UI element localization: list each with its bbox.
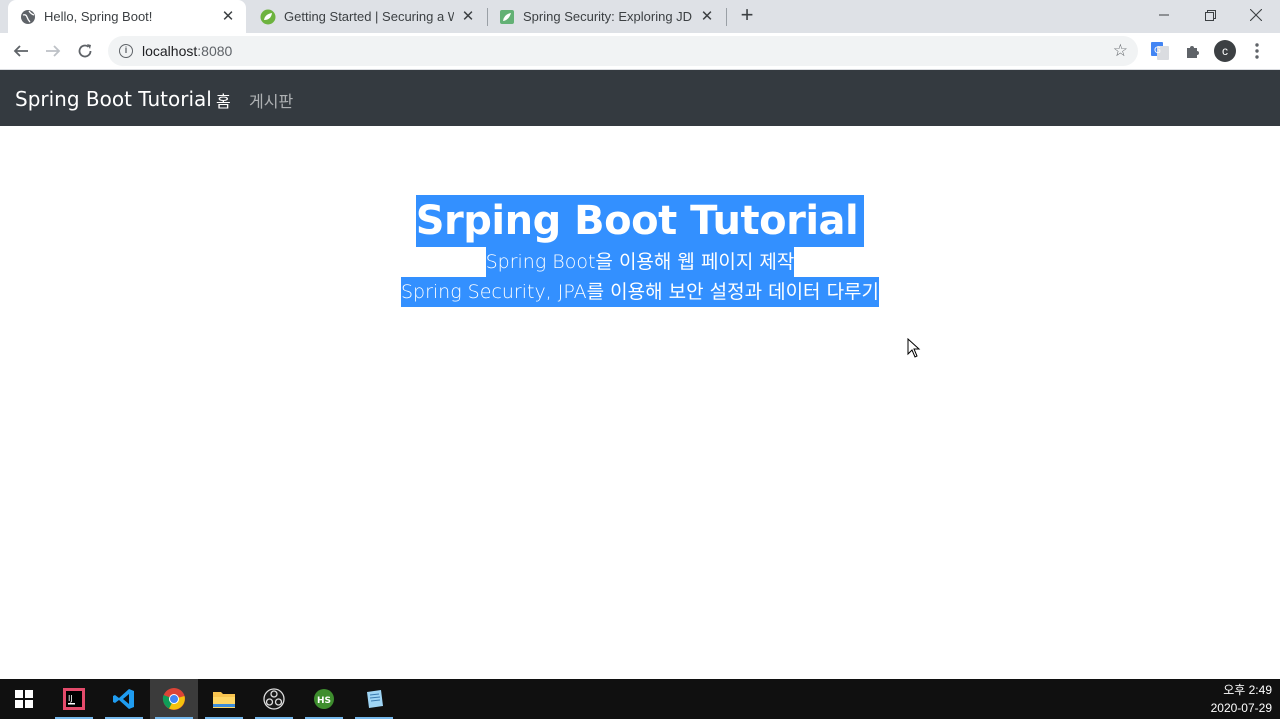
- lead-line-1-wrap: Spring Boot을 이용해 웹 페이지 제작: [0, 247, 1280, 277]
- svg-text:HS: HS: [317, 696, 331, 706]
- extensions-puzzle-icon[interactable]: [1182, 40, 1204, 62]
- arrow-left-icon: [13, 45, 28, 57]
- reload-button[interactable]: [72, 38, 98, 64]
- spring-leaf-icon: [260, 9, 276, 25]
- chrome-menu-icon[interactable]: [1246, 40, 1268, 62]
- start-button[interactable]: [0, 679, 48, 719]
- close-tab-icon[interactable]: ✕: [699, 8, 715, 25]
- browser-toolbar: i localhost:8080 ☆ G c: [0, 33, 1280, 70]
- minimize-icon: [1159, 14, 1169, 16]
- bookmark-star-icon[interactable]: ☆: [1113, 42, 1128, 59]
- profile-initial: c: [1222, 44, 1228, 58]
- tab-title: Spring Security: Exploring JDBC: [523, 9, 693, 24]
- restore-icon: [1204, 9, 1216, 21]
- svg-text:G: G: [1154, 46, 1161, 56]
- intellij-icon[interactable]: IJ: [50, 679, 98, 719]
- minimize-button[interactable]: [1141, 0, 1187, 30]
- navbar-brand[interactable]: Spring Boot Tutorial: [15, 87, 212, 111]
- vscode-icon[interactable]: [100, 679, 148, 719]
- arrow-right-icon: [46, 45, 61, 57]
- clock-date: 2020-07-29: [1210, 701, 1272, 715]
- tab-separator: [726, 8, 727, 26]
- notepad-icon[interactable]: [350, 679, 398, 719]
- tab-getting-started[interactable]: Getting Started | Securing a We ✕: [248, 0, 486, 33]
- baeldung-leaf-icon: [499, 9, 515, 25]
- reload-icon: [78, 44, 92, 58]
- windows-taskbar: IJ HS 오후 2:49 2020-07-29: [0, 679, 1280, 719]
- url-text: localhost:8080: [142, 43, 233, 59]
- browser-tab-strip: Hello, Spring Boot! ✕ Getting Started | …: [0, 0, 1280, 33]
- address-bar[interactable]: i localhost:8080 ☆: [108, 36, 1138, 66]
- clock-time: 오후 2:49: [1223, 683, 1272, 697]
- close-icon: [1250, 9, 1262, 21]
- site-navbar: Spring Boot Tutorial 홈 게시판: [0, 70, 1280, 126]
- lead-line-2: Spring Security, JPA를 이용해 보안 설정과 데이터 다루기: [400, 277, 880, 307]
- lead-line-1: Spring Boot을 이용해 웹 페이지 제작: [485, 247, 795, 277]
- restore-button[interactable]: [1187, 0, 1233, 30]
- nav-link-board[interactable]: 게시판: [249, 88, 293, 112]
- mouse-cursor-icon: [907, 338, 921, 358]
- chrome-icon[interactable]: [150, 679, 198, 719]
- heidisql-icon[interactable]: HS: [300, 679, 348, 719]
- close-tab-icon[interactable]: ✕: [460, 8, 476, 25]
- close-window-button[interactable]: [1233, 0, 1279, 30]
- start-icon: [15, 690, 33, 708]
- info-icon[interactable]: i: [119, 44, 133, 58]
- page-title: Srping Boot Tutorial: [415, 195, 865, 247]
- globe-icon: [20, 9, 36, 25]
- forward-button[interactable]: [40, 38, 66, 64]
- tab-spring-security-jdbc[interactable]: Spring Security: Exploring JDBC ✕: [487, 0, 725, 33]
- lead-line-2-wrap: Spring Security, JPA를 이용해 보안 설정과 데이터 다루기: [0, 277, 1280, 307]
- svg-text:IJ: IJ: [68, 694, 73, 703]
- jumbotron: Srping Boot Tutorial Spring Boot을 이용해 웹 …: [0, 195, 1280, 307]
- obs-icon[interactable]: [250, 679, 298, 719]
- tab-title: Getting Started | Securing a We: [284, 9, 454, 24]
- profile-avatar[interactable]: c: [1214, 40, 1236, 62]
- tab-hello-spring-boot[interactable]: Hello, Spring Boot! ✕: [8, 0, 246, 33]
- nav-link-home[interactable]: 홈: [216, 88, 231, 112]
- google-translate-icon[interactable]: G: [1149, 40, 1171, 62]
- system-clock[interactable]: 오후 2:49 2020-07-29: [1211, 681, 1272, 717]
- new-tab-button[interactable]: +: [736, 4, 758, 27]
- file-explorer-icon[interactable]: [200, 679, 248, 719]
- back-button[interactable]: [8, 38, 34, 64]
- close-tab-icon[interactable]: ✕: [220, 8, 236, 25]
- tab-title: Hello, Spring Boot!: [44, 9, 153, 24]
